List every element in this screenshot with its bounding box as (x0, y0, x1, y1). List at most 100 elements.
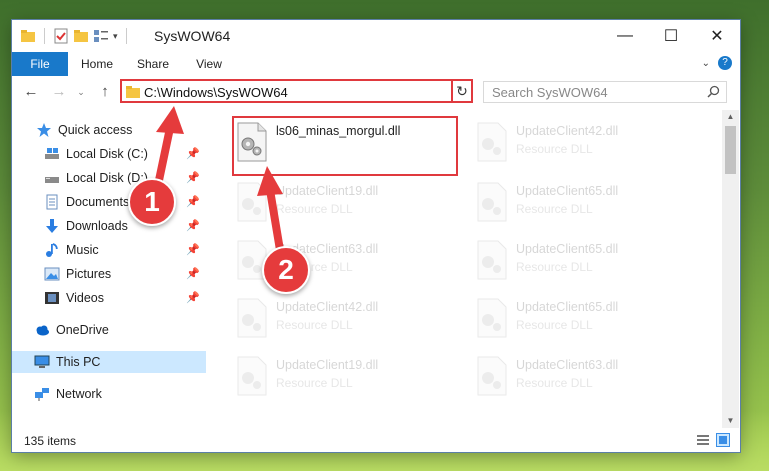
file-tile[interactable]: UpdateClient42.dll Resource DLL (224, 292, 452, 350)
item-count: 135 items (24, 434, 77, 448)
toolbar-divider (125, 28, 127, 44)
file-type: Resource DLL (516, 318, 593, 332)
file-tile[interactable]: UpdateClient19.dll Resource DLL (224, 176, 452, 234)
sidebar-item-local-disk-d[interactable]: Local Disk (D:) 📌 (12, 167, 206, 189)
pin-icon[interactable]: 📌 (186, 147, 200, 160)
dll-gear-icon (476, 122, 508, 162)
up-button[interactable]: ↑ (96, 84, 114, 100)
sidebar-item-quick-access[interactable]: Quick access (12, 119, 206, 141)
file-highlight-box (232, 116, 458, 176)
star-icon (36, 122, 52, 138)
file-tile[interactable]: UpdateClient42.dll Resource DLL (464, 116, 692, 174)
file-tile[interactable]: UpdateClient63.dll Resource DLL (224, 234, 452, 292)
scroll-down-icon[interactable]: ▼ (722, 414, 739, 428)
sidebar-item-onedrive[interactable]: OneDrive (12, 319, 206, 341)
dll-gear-icon (476, 240, 508, 280)
vertical-scrollbar[interactable]: ▲ ▼ (722, 110, 739, 428)
sidebar-item-this-pc[interactable]: This PC (12, 351, 206, 373)
file-name: UpdateClient19.dll (276, 184, 379, 198)
sidebar-item-label: Network (56, 387, 102, 401)
folder-icon[interactable] (20, 28, 36, 44)
documents-icon (44, 194, 60, 210)
sidebar-item-videos[interactable]: Videos 📌 (12, 287, 206, 309)
maximize-icon: ☐ (663, 28, 679, 45)
sidebar-item-label: Videos (66, 291, 104, 305)
file-name: UpdateClient65.dll (516, 184, 619, 198)
sidebar-item-music[interactable]: Music 📌 (12, 239, 206, 261)
pin-icon[interactable]: 📌 (186, 171, 200, 184)
pin-icon[interactable]: 📌 (186, 291, 200, 304)
tab-file[interactable]: File (12, 52, 68, 76)
recent-locations-button[interactable]: ⌄ (72, 84, 90, 100)
pin-icon[interactable]: 📌 (186, 195, 200, 208)
arrow-left-icon: ← (23, 83, 39, 100)
sidebar-item-network[interactable]: Network (12, 383, 206, 405)
file-tile[interactable]: UpdateClient65.dll Resource DLL (464, 292, 692, 350)
pin-icon[interactable]: 📌 (186, 219, 200, 232)
address-path: C:\Windows\SysWOW64 (144, 85, 288, 100)
pin-icon[interactable]: 📌 (186, 243, 200, 256)
chevron-down-icon: ⌄ (77, 87, 85, 97)
drive-icon (44, 170, 60, 186)
title-bar: ▾ SysWOW64 — ☐ ✕ (12, 20, 740, 52)
file-name: UpdateClient42.dll (276, 300, 379, 314)
help-icon[interactable]: ? (718, 56, 732, 70)
details-view-icon[interactable] (696, 433, 710, 450)
file-type: Resource DLL (276, 202, 353, 216)
maximize-button[interactable]: ☐ (648, 20, 694, 52)
file-name: UpdateClient65.dll (516, 300, 619, 314)
scroll-up-icon[interactable]: ▲ (722, 110, 739, 124)
refresh-button[interactable]: ↻ (451, 79, 473, 103)
pin-icon[interactable]: 📌 (186, 267, 200, 280)
explorer-window: ▾ SysWOW64 — ☐ ✕ File Home Share View ⌄ … (12, 20, 740, 452)
tab-share[interactable]: Share (130, 52, 176, 76)
sidebar-item-label: Local Disk (C:) (66, 147, 148, 161)
computer-icon (34, 354, 50, 370)
sidebar-item-label: This PC (56, 355, 101, 369)
forward-button[interactable]: → (50, 84, 68, 100)
sidebar-item-local-disk-c[interactable]: Local Disk (C:) 📌 (12, 143, 206, 165)
tab-view[interactable]: View (186, 52, 232, 76)
dll-gear-icon (476, 356, 508, 396)
search-box[interactable]: Search SysWOW64 (483, 81, 727, 103)
sidebar-item-label: OneDrive (56, 323, 109, 337)
file-tile[interactable]: UpdateClient19.dll Resource DLL (224, 350, 452, 408)
folder-icon (126, 85, 140, 102)
arrow-right-icon: → (51, 83, 67, 100)
toolbar-divider (44, 28, 45, 44)
sidebar-item-label: Pictures (66, 267, 112, 281)
ribbon-tabs: File Home Share View ⌄ ? (12, 52, 740, 77)
chevron-down-icon[interactable]: ⌄ (702, 58, 710, 69)
minimize-button[interactable]: — (602, 20, 648, 52)
chevron-down-icon[interactable]: ▾ (113, 31, 118, 42)
file-tile[interactable]: UpdateClient65.dll Resource DLL (464, 234, 692, 292)
search-icon (707, 85, 720, 101)
tab-home[interactable]: Home (74, 52, 120, 76)
file-type: Resource DLL (516, 260, 593, 274)
file-type: Resource DLL (276, 376, 353, 390)
sidebar-item-label: Quick access (58, 123, 133, 137)
file-type: Resource DLL (276, 318, 353, 332)
sidebar-item-documents[interactable]: Documents 📌 (12, 191, 206, 213)
status-bar: 135 items (12, 428, 740, 452)
large-icons-view-icon[interactable] (716, 433, 730, 450)
sidebar-item-pictures[interactable]: Pictures 📌 (12, 263, 206, 285)
sidebar-item-downloads[interactable]: Downloads 📌 (12, 215, 206, 237)
drive-icon (44, 146, 60, 162)
back-button[interactable]: ← (22, 84, 40, 100)
close-icon: ✕ (710, 28, 724, 45)
address-bar[interactable]: C:\Windows\SysWOW64 ⌄ (120, 79, 469, 103)
scroll-thumb[interactable] (725, 126, 736, 174)
dll-gear-icon (236, 182, 268, 222)
customize-view-icon[interactable] (93, 28, 109, 44)
network-icon (34, 386, 50, 402)
file-type: Resource DLL (516, 376, 593, 390)
file-tile[interactable]: UpdateClient65.dll Resource DLL (464, 176, 692, 234)
new-folder-icon[interactable] (73, 28, 89, 44)
close-button[interactable]: ✕ (694, 20, 740, 52)
properties-icon[interactable] (53, 28, 69, 44)
quick-access-toolbar: ▾ (20, 27, 131, 45)
file-tile[interactable]: UpdateClient63.dll Resource DLL (464, 350, 692, 408)
file-type: Resource DLL (516, 202, 593, 216)
cloud-icon (34, 322, 50, 338)
